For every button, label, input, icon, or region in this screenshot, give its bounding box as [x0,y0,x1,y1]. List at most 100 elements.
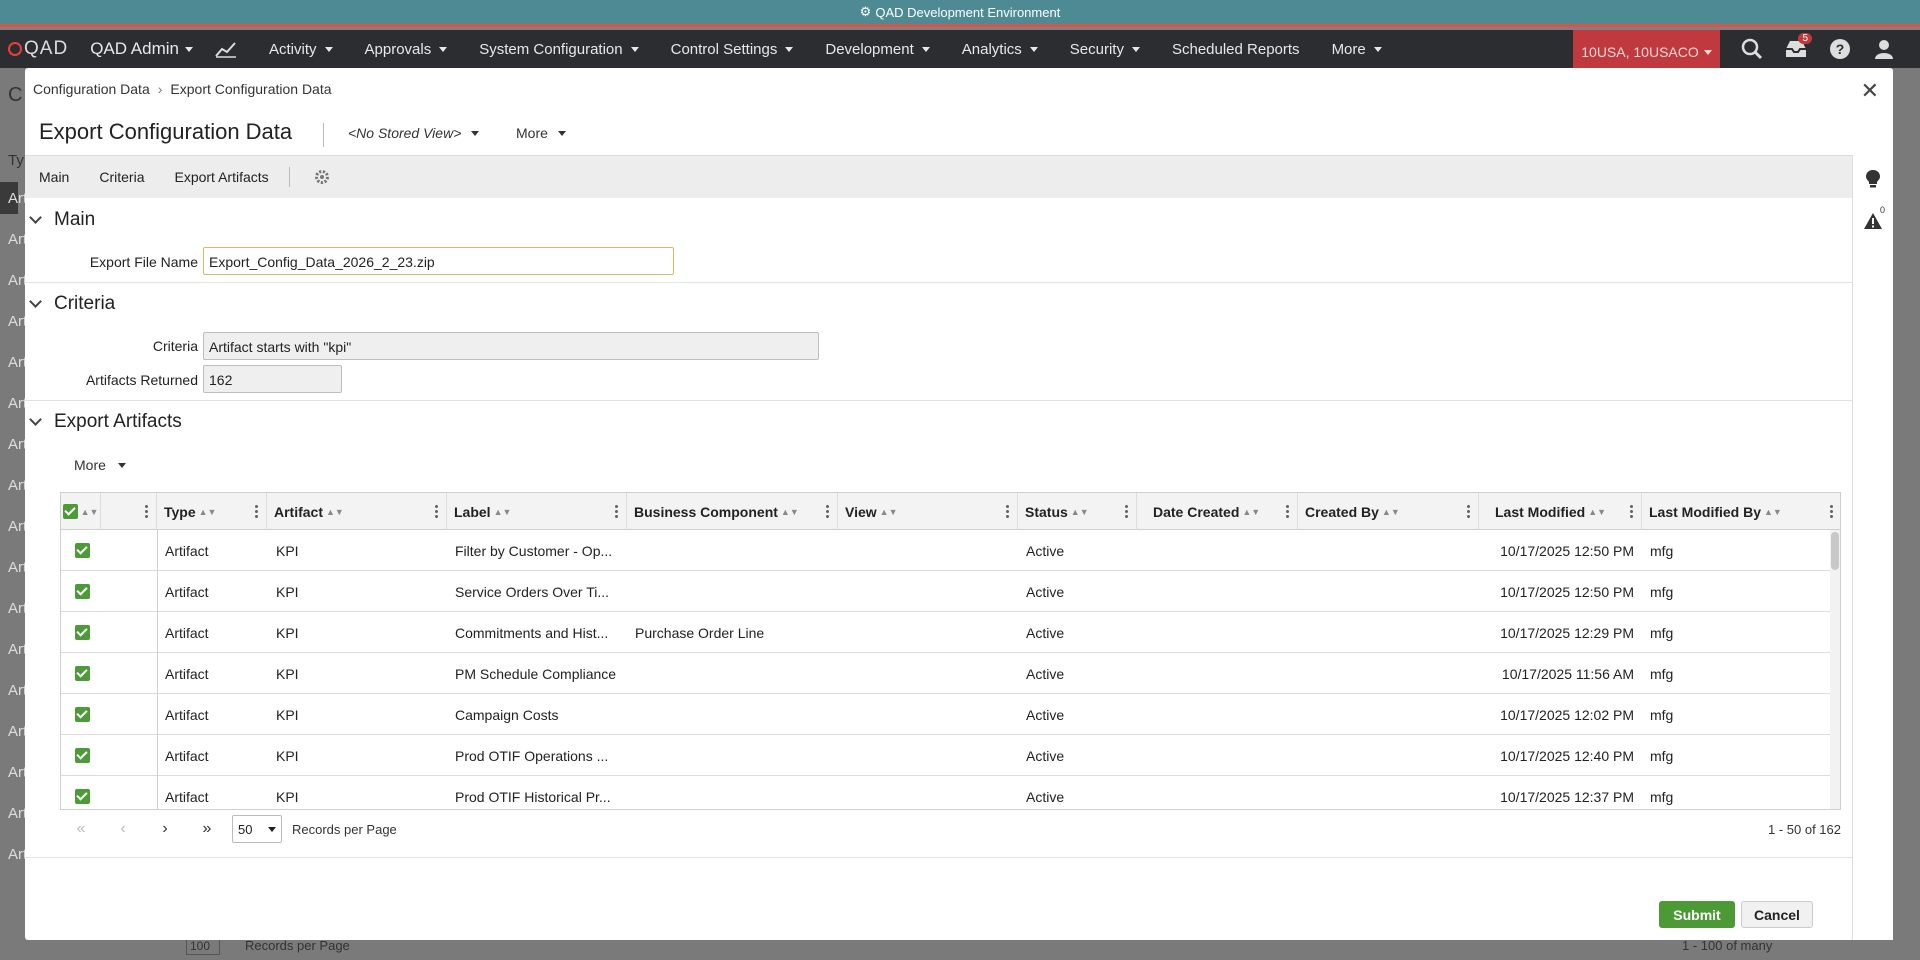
row-checkbox[interactable] [75,530,90,571]
column-header-created-by[interactable]: Created By ▲▼ [1298,493,1479,530]
kebab-menu-icon[interactable] [1286,504,1289,518]
page-size-select[interactable]: 50 [232,815,282,843]
table-row[interactable]: Artifact KPI Prod OTIF Operations ... Ac… [61,735,1840,776]
kebab-menu-icon[interactable] [826,504,829,518]
next-page-icon[interactable]: › [144,820,186,838]
nav-system-configuration[interactable]: System Configuration [479,41,639,58]
column-header-last-modified[interactable]: Last Modified ▲▼ [1479,493,1642,530]
checkbox-checked-icon [75,707,90,722]
column-header-business-component[interactable]: Business Component ▲▼ [627,493,838,530]
row-checkbox[interactable] [75,776,90,809]
header-more-menu[interactable]: More [516,125,566,141]
cell-business-component [635,694,835,735]
nav-scheduled-reports[interactable]: Scheduled Reports [1172,41,1300,58]
cell-artifact: KPI [276,624,299,641]
sort-icon: ▲▼ [326,506,344,517]
table-row[interactable]: Artifact KPI Commitments and Hist... Pur… [61,612,1840,653]
kebab-menu-icon[interactable] [145,504,148,518]
section-main-header[interactable]: Main [29,209,95,231]
cell-type: Artifact [165,747,209,764]
environment-icon: ⚙ [859,4,872,19]
breadcrumb-current: Export Configuration Data [170,81,332,97]
row-checkbox[interactable] [75,612,90,653]
kebab-menu-icon[interactable] [255,504,258,518]
nav-approvals[interactable]: Approvals [365,41,448,58]
close-icon[interactable]: ✕ [1861,78,1879,104]
table-row[interactable]: Artifact KPI PM Schedule Compliance Acti… [61,653,1840,694]
help-icon[interactable]: ? [1818,38,1862,60]
row-checkbox[interactable] [75,735,90,776]
scrollbar-thumb[interactable] [1831,532,1839,570]
kebab-menu-icon[interactable] [435,504,438,518]
divider [25,282,1852,283]
table-row[interactable]: Artifact KPI Campaign Costs Active 10/17… [61,694,1840,735]
cell-status: Active [1026,665,1065,682]
grid-header: ▲▼ Type ▲▼ Artifact ▲▼ Label ▲▼ Business Co… [61,493,1840,530]
svg-text:?: ? [1836,41,1845,57]
row-checkbox[interactable] [75,571,90,612]
grid-column-menu[interactable] [101,493,157,530]
cell-last-modified-by: mfg [1650,583,1674,600]
column-header-label[interactable]: Label ▲▼ [447,493,627,530]
first-page-icon[interactable]: « [60,820,102,838]
chevron-down-icon [1131,46,1140,52]
section-criteria-header[interactable]: Criteria [29,293,115,315]
app-menu[interactable]: QAD Admin [90,39,193,59]
breadcrumb-link-configuration-data[interactable]: Configuration Data [33,81,150,97]
cell-last-modified-by: mfg [1650,747,1674,764]
column-header-date-created[interactable]: Date Created ▲▼ [1137,493,1298,530]
cell-last-modified: 10/17/2025 12:02 PM [1500,706,1634,723]
row-checkbox[interactable] [75,694,90,735]
lightbulb-icon[interactable] [1865,169,1881,189]
nav-analytics[interactable]: Analytics [962,41,1038,58]
tab-export-artifacts[interactable]: Export Artifacts [174,169,268,185]
grid-scrollbar[interactable] [1830,530,1840,809]
kebab-menu-icon[interactable] [1467,504,1470,518]
nav-more[interactable]: More [1332,41,1382,58]
nav-control-settings[interactable]: Control Settings [671,41,794,58]
gear-icon[interactable] [314,169,330,185]
row-checkbox[interactable] [75,653,90,694]
submit-button[interactable]: Submit [1659,901,1735,928]
last-page-icon[interactable]: » [186,820,228,838]
column-header-last-modified-by[interactable]: Last Modified By ▲▼ [1642,493,1840,530]
cancel-button[interactable]: Cancel [1741,901,1813,928]
column-header-type[interactable]: Type ▲▼ [157,493,267,530]
nav-security[interactable]: Security [1070,41,1140,58]
artifacts-returned-field: 162 [203,365,342,393]
tab-main[interactable]: Main [39,169,69,185]
table-row[interactable]: Artifact KPI Service Orders Over Ti... A… [61,571,1840,612]
select-all-checkbox[interactable]: ▲▼ [61,493,101,530]
column-header-view[interactable]: View ▲▼ [838,493,1018,530]
domain-selector[interactable]: 10USA, 10USACO [1573,30,1720,68]
column-header-status[interactable]: Status ▲▼ [1018,493,1137,530]
tab-criteria[interactable]: Criteria [99,169,144,185]
inbox-icon[interactable]: 5 [1774,33,1818,59]
table-row[interactable]: Artifact KPI Prod OTIF Historical Pr... … [61,776,1840,809]
analytics-chart-icon[interactable] [215,40,237,58]
kebab-menu-icon[interactable] [1006,504,1009,518]
column-header-artifact[interactable]: Artifact ▲▼ [267,493,447,530]
grid-more-menu[interactable]: More [74,457,126,473]
section-export-artifacts-header[interactable]: Export Artifacts [29,411,182,433]
table-row[interactable]: Artifact KPI Filter by Customer - Op... … [61,530,1840,571]
kebab-menu-icon[interactable] [1830,504,1833,518]
cell-business-component [635,735,835,776]
export-file-name-field[interactable]: Export_Config_Data_2026_2_23.zip [203,247,674,275]
stored-view-selector[interactable]: <No Stored View> [348,125,480,141]
nav-development[interactable]: Development [825,41,930,58]
nav-activity[interactable]: Activity [269,41,333,58]
sort-icon: ▲▼ [1070,506,1089,517]
cell-status: Active [1026,788,1065,805]
kebab-menu-icon[interactable] [615,504,618,518]
chevron-down-icon [921,46,930,52]
right-rail: 0 [1852,155,1893,940]
kebab-menu-icon[interactable] [1125,504,1128,518]
search-icon[interactable] [1730,38,1774,60]
qad-logo[interactable]: QAD [8,38,68,60]
previous-page-icon[interactable]: ‹ [102,820,144,838]
cell-status: Active [1026,583,1065,600]
user-icon[interactable] [1862,38,1906,60]
cell-type: Artifact [165,706,209,723]
kebab-menu-icon[interactable] [1630,504,1633,518]
